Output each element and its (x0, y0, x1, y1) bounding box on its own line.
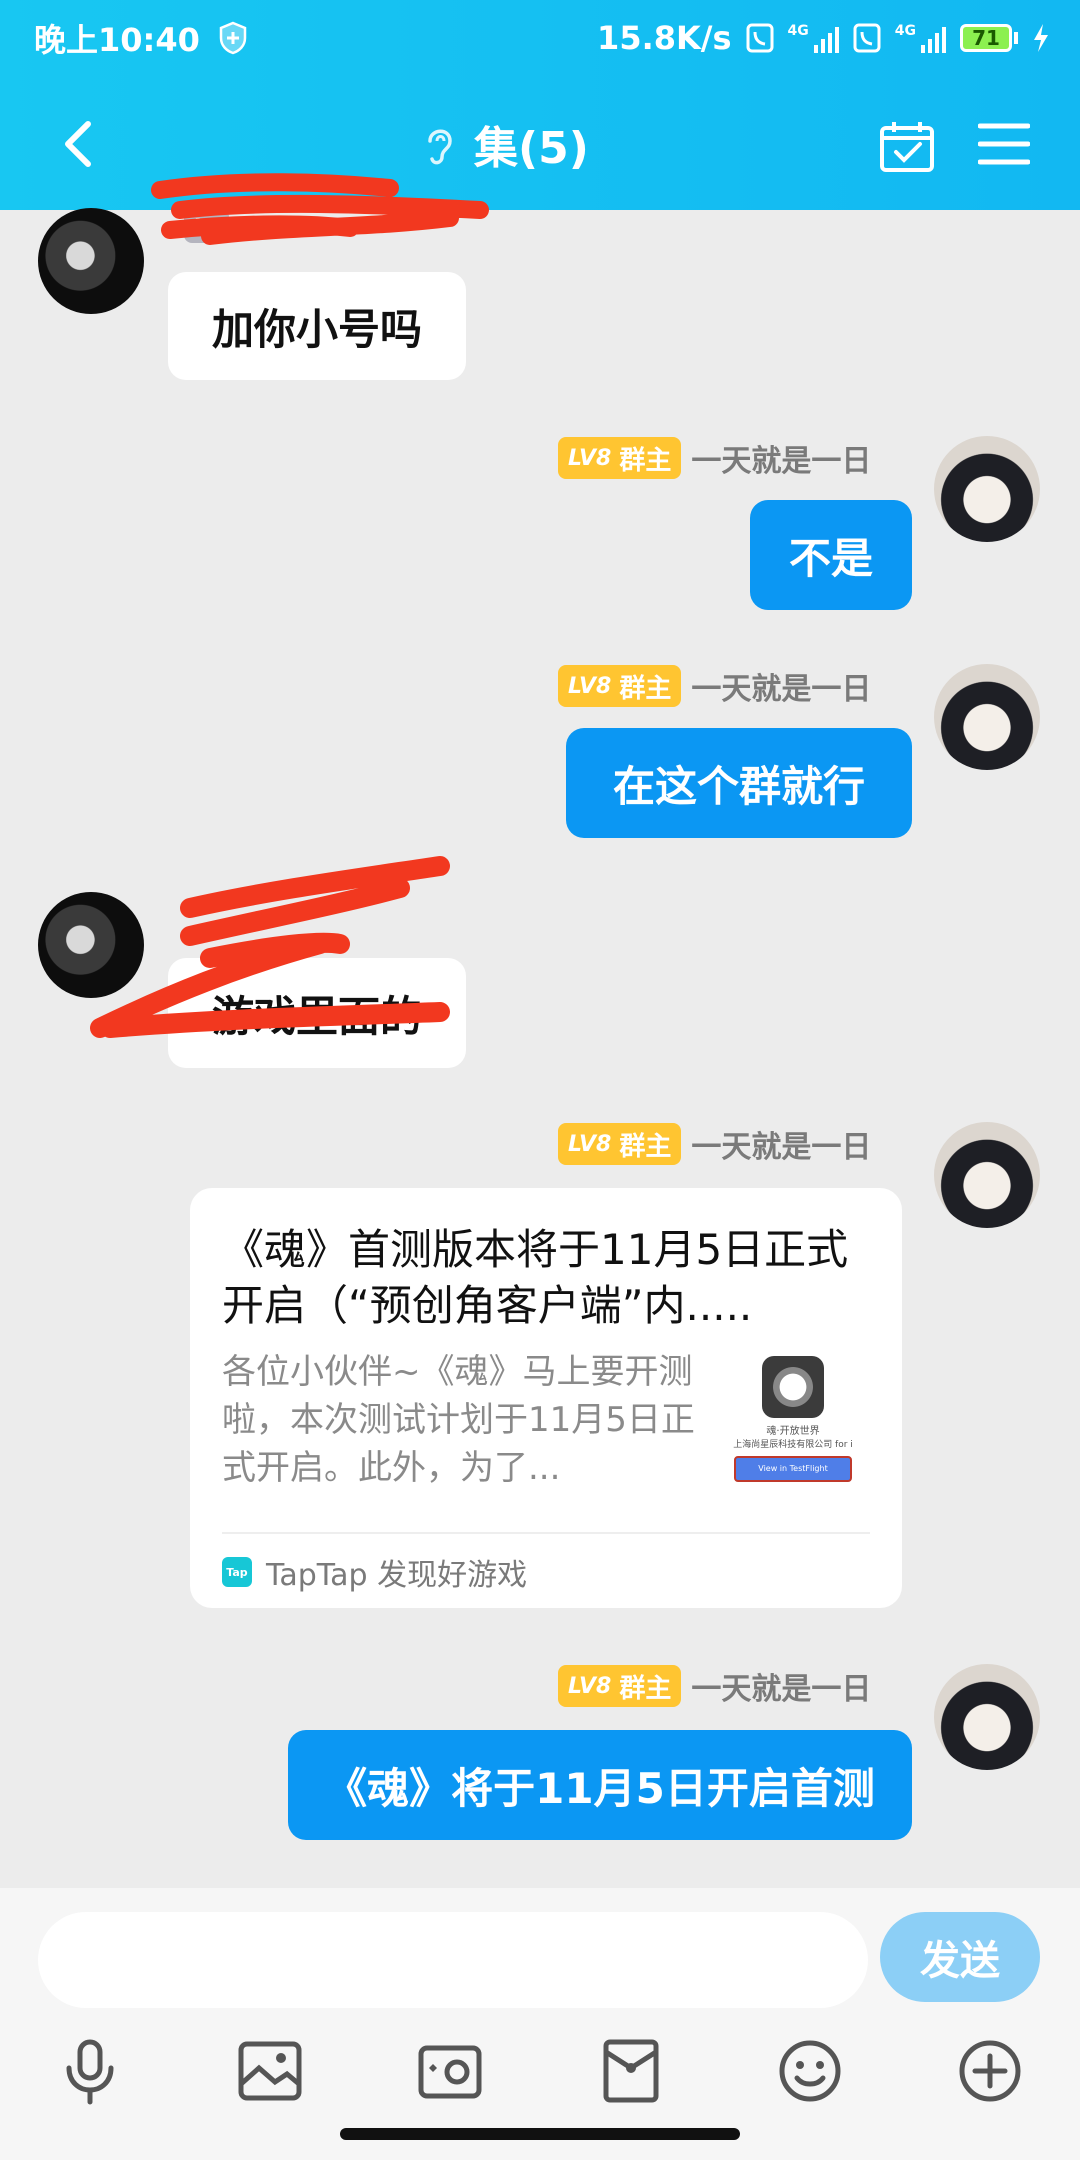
back-icon[interactable] (50, 114, 110, 174)
my-avatar[interactable] (934, 436, 1040, 542)
network-speed: 15.8K/s (597, 19, 732, 57)
message-bubble[interactable]: 不是 (750, 500, 912, 610)
message-bubble[interactable]: 《魂》将于11月5日开启首测 (288, 1730, 912, 1840)
sender-avatar[interactable] (38, 208, 144, 314)
group-name: 集(5) (474, 123, 589, 174)
camera-icon[interactable] (415, 2036, 485, 2106)
sender-meta: LV8 群主 一天就是一日 (558, 436, 871, 480)
signal-icon: 4G (788, 23, 839, 53)
send-button[interactable]: 发送 (880, 1912, 1040, 2002)
sender-name: 一天就是一日 (691, 444, 872, 479)
sender-name: 一天就是一日 (691, 672, 872, 707)
network-type: 4G (787, 23, 809, 39)
card-source: Tap TapTap 发现好游戏 (222, 1550, 527, 1594)
phone-hd-icon (853, 23, 881, 53)
chat-title: 集(5) (420, 114, 589, 174)
composer: 发送 (0, 1888, 1080, 2160)
network-type: 4G (894, 23, 916, 39)
thumb-app-name: 魂·开放世界 (766, 1426, 820, 1437)
image-icon[interactable] (235, 2036, 305, 2106)
level-badge: LV8 群主 (558, 437, 682, 479)
emoji-icon[interactable] (775, 2036, 845, 2106)
menu-icon[interactable] (978, 120, 1030, 168)
card-title: 《魂》首测版本将于11月5日正式开启（“预创角客户端”内..... (222, 1225, 849, 1330)
shield-icon (219, 21, 247, 55)
battery-level: 71 (960, 24, 1012, 52)
level-label: LV8 (568, 1131, 612, 1157)
status-time: 晚上10:40 (34, 21, 200, 59)
battery-icon: 71 (960, 24, 1018, 52)
taptap-icon: Tap (222, 1557, 252, 1587)
home-indicator[interactable] (340, 2128, 740, 2140)
sender-meta: LV8 群主 一天就是一日 (558, 664, 871, 708)
redaction-scribble (90, 856, 450, 1038)
level-label: LV8 (568, 1673, 612, 1699)
game-logo-icon (762, 1356, 824, 1418)
level-label: LV8 (568, 673, 612, 699)
thumb-publisher: 上海尚星辰科技有限公司 for i (733, 1440, 853, 1450)
sender-name: 一天就是一日 (691, 1672, 872, 1707)
charging-icon (1034, 24, 1048, 52)
level-badge: LV8 群主 (558, 1665, 682, 1707)
role-label: 群主 (619, 1673, 672, 1704)
thumb-button: View in TestFlight (734, 1456, 852, 1482)
phone-hd-icon (746, 23, 774, 53)
message-bubble[interactable]: 在这个群就行 (566, 728, 912, 838)
check-in-calendar-icon[interactable] (878, 118, 936, 174)
divider (222, 1532, 870, 1534)
red-packet-icon[interactable] (596, 2036, 666, 2106)
message-input[interactable] (38, 1912, 868, 2008)
plus-icon[interactable] (955, 2036, 1025, 2106)
redaction-scribble (151, 173, 489, 245)
card-description: 各位小伙伴~《魂》马上要开测啦，本次测试计划于11月5日正式开启。此外，为了..… (222, 1352, 695, 1488)
level-badge: LV8 群主 (558, 665, 682, 707)
ear-icon[interactable] (420, 119, 460, 169)
level-badge: LV8 群主 (558, 1123, 682, 1165)
my-avatar[interactable] (934, 1122, 1040, 1228)
sender-meta: LV8 群主 一天就是一日 (558, 1122, 871, 1166)
role-label: 群主 (619, 445, 672, 476)
role-label: 群主 (619, 673, 672, 704)
signal-icon: 4G (895, 23, 946, 53)
microphone-icon[interactable] (55, 2036, 125, 2106)
message-bubble[interactable]: 加你小号吗 (168, 272, 466, 380)
shared-link-card[interactable]: 《魂》首测版本将于11月5日正式开启（“预创角客户端”内..... 各位小伙伴~… (190, 1188, 902, 1608)
sender-name: 一天就是一日 (691, 1130, 872, 1165)
sender-meta: LV8 群主 一天就是一日 (558, 1664, 871, 1708)
my-avatar[interactable] (934, 1664, 1040, 1770)
my-avatar[interactable] (934, 664, 1040, 770)
role-label: 群主 (619, 1131, 672, 1162)
card-thumbnail: 魂·开放世界 上海尚星辰科技有限公司 for i View in TestFli… (726, 1348, 860, 1488)
level-label: LV8 (568, 445, 612, 471)
status-bar: 晚上10:40 15.8K/s 4G 4G 71 (34, 16, 1050, 60)
source-label: TapTap 发现好游戏 (266, 1558, 528, 1593)
